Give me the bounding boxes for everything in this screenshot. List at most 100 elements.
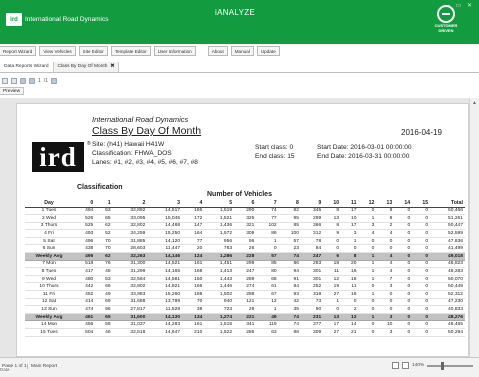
export-icon[interactable] (2, 77, 8, 84)
count-cell: 28,603 (112, 244, 148, 254)
count-cell: 0 (412, 290, 431, 299)
count-cell: 0 (323, 305, 342, 314)
count-cell: 32,802 (112, 222, 148, 231)
count-cell: 31,300 (112, 260, 148, 269)
count-cell: 0 (394, 313, 413, 322)
count-cell: 1,413 (204, 267, 235, 276)
count-cell: 299 (300, 214, 324, 223)
tab-preview[interactable]: Preview (0, 87, 25, 95)
manual-button[interactable]: Manual (230, 46, 254, 56)
count-cell: 0 (358, 298, 377, 307)
update-button[interactable]: Update (256, 46, 280, 56)
count-cell: 27 (323, 328, 342, 337)
count-cell: 59 (95, 320, 113, 329)
count-cell: 147 (182, 222, 205, 231)
count-cell: 82 (278, 207, 301, 216)
count-cell: 17 (341, 207, 359, 216)
count-cell: 17 (341, 222, 359, 231)
about-button[interactable]: About (207, 46, 228, 56)
count-cell: 121 (234, 298, 257, 307)
count-cell: 247 (300, 252, 324, 261)
count-cell: 93 (278, 290, 301, 299)
table-row: 9 Wed 480 53 32,564 14,581 150 1,443 289 68 91 301… (25, 275, 465, 284)
report-company: International Road Dynamics (92, 115, 189, 124)
count-cell: 414 (73, 298, 96, 307)
previous-page-icon[interactable] (29, 77, 35, 84)
count-cell: 0 (358, 207, 377, 216)
count-cell: 48,823 (430, 260, 465, 269)
report-classification: Classification: FHWA_DOS (92, 150, 172, 157)
weekly-avg-row: Weekly Avg 461 65 31,600 14,130 134 1,274 221 49… (25, 313, 465, 322)
user-information-button[interactable]: User Information (153, 46, 196, 56)
site-editor-button[interactable]: Site Editor (78, 46, 108, 56)
count-cell: 0 (394, 305, 413, 314)
close-tab-icon[interactable]: ✖ (110, 64, 114, 69)
count-cell: 0 (412, 229, 431, 238)
count-cell: 286 (234, 328, 257, 337)
count-cell: 321 (234, 222, 257, 231)
count-cell: 474 (73, 305, 96, 314)
template-editor-button[interactable]: Template Editor (110, 46, 151, 56)
app-title: iANALYZE (215, 8, 256, 17)
table-row: 8 Tues 417 48 31,299 14,165 168 1,413 247 80 94 30… (25, 267, 465, 276)
count-cell: 0 (394, 252, 413, 261)
vertical-scrollbar[interactable]: ▲ (469, 98, 479, 357)
count-cell: 12 (341, 313, 359, 322)
next-page-icon[interactable] (50, 77, 57, 84)
count-cell: 0 (412, 252, 431, 261)
count-cell: 31,299 (112, 267, 148, 276)
first-page-icon[interactable] (20, 77, 26, 84)
count-cell: 61 (256, 282, 279, 292)
zoom-slider[interactable] (427, 361, 474, 370)
count-cell: 27,817 (112, 305, 148, 314)
count-cell: 18 (341, 275, 359, 284)
count-cell: 23 (278, 244, 301, 254)
count-cell: 12 (323, 275, 342, 284)
fit-width-icon[interactable] (402, 362, 409, 369)
table-row: 5 Sat 496 70 31,885 14,120 77 956 96 1 57 78 0 1 0 0 0 0… (25, 237, 465, 246)
count-cell: 1 (358, 252, 377, 261)
count-cell: 288 (234, 290, 257, 299)
count-cell: 0 (323, 244, 342, 254)
count-cell: 62 (95, 222, 113, 231)
count-cell: 16 (341, 267, 359, 276)
count-cell: 1 (358, 267, 377, 276)
count-cell: 80 (256, 267, 279, 276)
count-cell: 525 (73, 222, 96, 231)
count-cell: 0 (376, 305, 395, 314)
count-cell: 90 (300, 305, 324, 314)
count-cell: 11,528 (147, 305, 183, 314)
count-cell: 77 (256, 214, 279, 223)
tab-class-by-day-of-month[interactable]: Class By Day Of Month ✖ (53, 62, 120, 72)
count-cell: 3 (376, 282, 395, 292)
count-cell: 0 (412, 305, 431, 314)
count-cell: 94 (278, 267, 301, 276)
fit-page-icon[interactable] (392, 362, 399, 369)
day-cell: Weekly Avg (25, 252, 73, 261)
count-cell: 0 (394, 244, 413, 254)
count-cell: 0 (412, 328, 431, 337)
column-header: 14 (394, 200, 413, 208)
tab-data-reports-wizard[interactable]: Data Reports Wizard (0, 62, 54, 72)
count-cell: 496 (73, 237, 96, 246)
table-row: 13 Sun 474 96 27,817 11,528 38 723 29 1 35 90 0 2 0 0 0… (25, 305, 465, 314)
report-wizard-button[interactable]: Report Wizard (0, 46, 37, 56)
report-run-date: 2016-04-19 (401, 128, 442, 137)
count-cell: 20 (341, 260, 359, 269)
print-icon[interactable] (11, 77, 17, 84)
column-header: 10 (323, 200, 342, 208)
zoom-slider-knob[interactable] (441, 361, 445, 370)
count-cell: 15,250 (147, 229, 183, 238)
count-cell: 0 (412, 222, 431, 231)
count-cell: 65 (95, 214, 113, 223)
column-header: 9 (300, 200, 324, 208)
count-cell: 0 (358, 282, 377, 292)
day-cell: 9 Wed (25, 275, 73, 284)
page-current[interactable]: 1 (38, 78, 41, 84)
report-title: Class By Day Of Month (92, 125, 202, 137)
count-cell: 74 (256, 207, 279, 216)
view-vehicles-button[interactable]: View Vehicles (39, 46, 76, 56)
count-cell: 33,095 (112, 214, 148, 223)
count-cell: 11 (341, 282, 359, 292)
scroll-up-icon[interactable]: ▲ (472, 100, 477, 106)
